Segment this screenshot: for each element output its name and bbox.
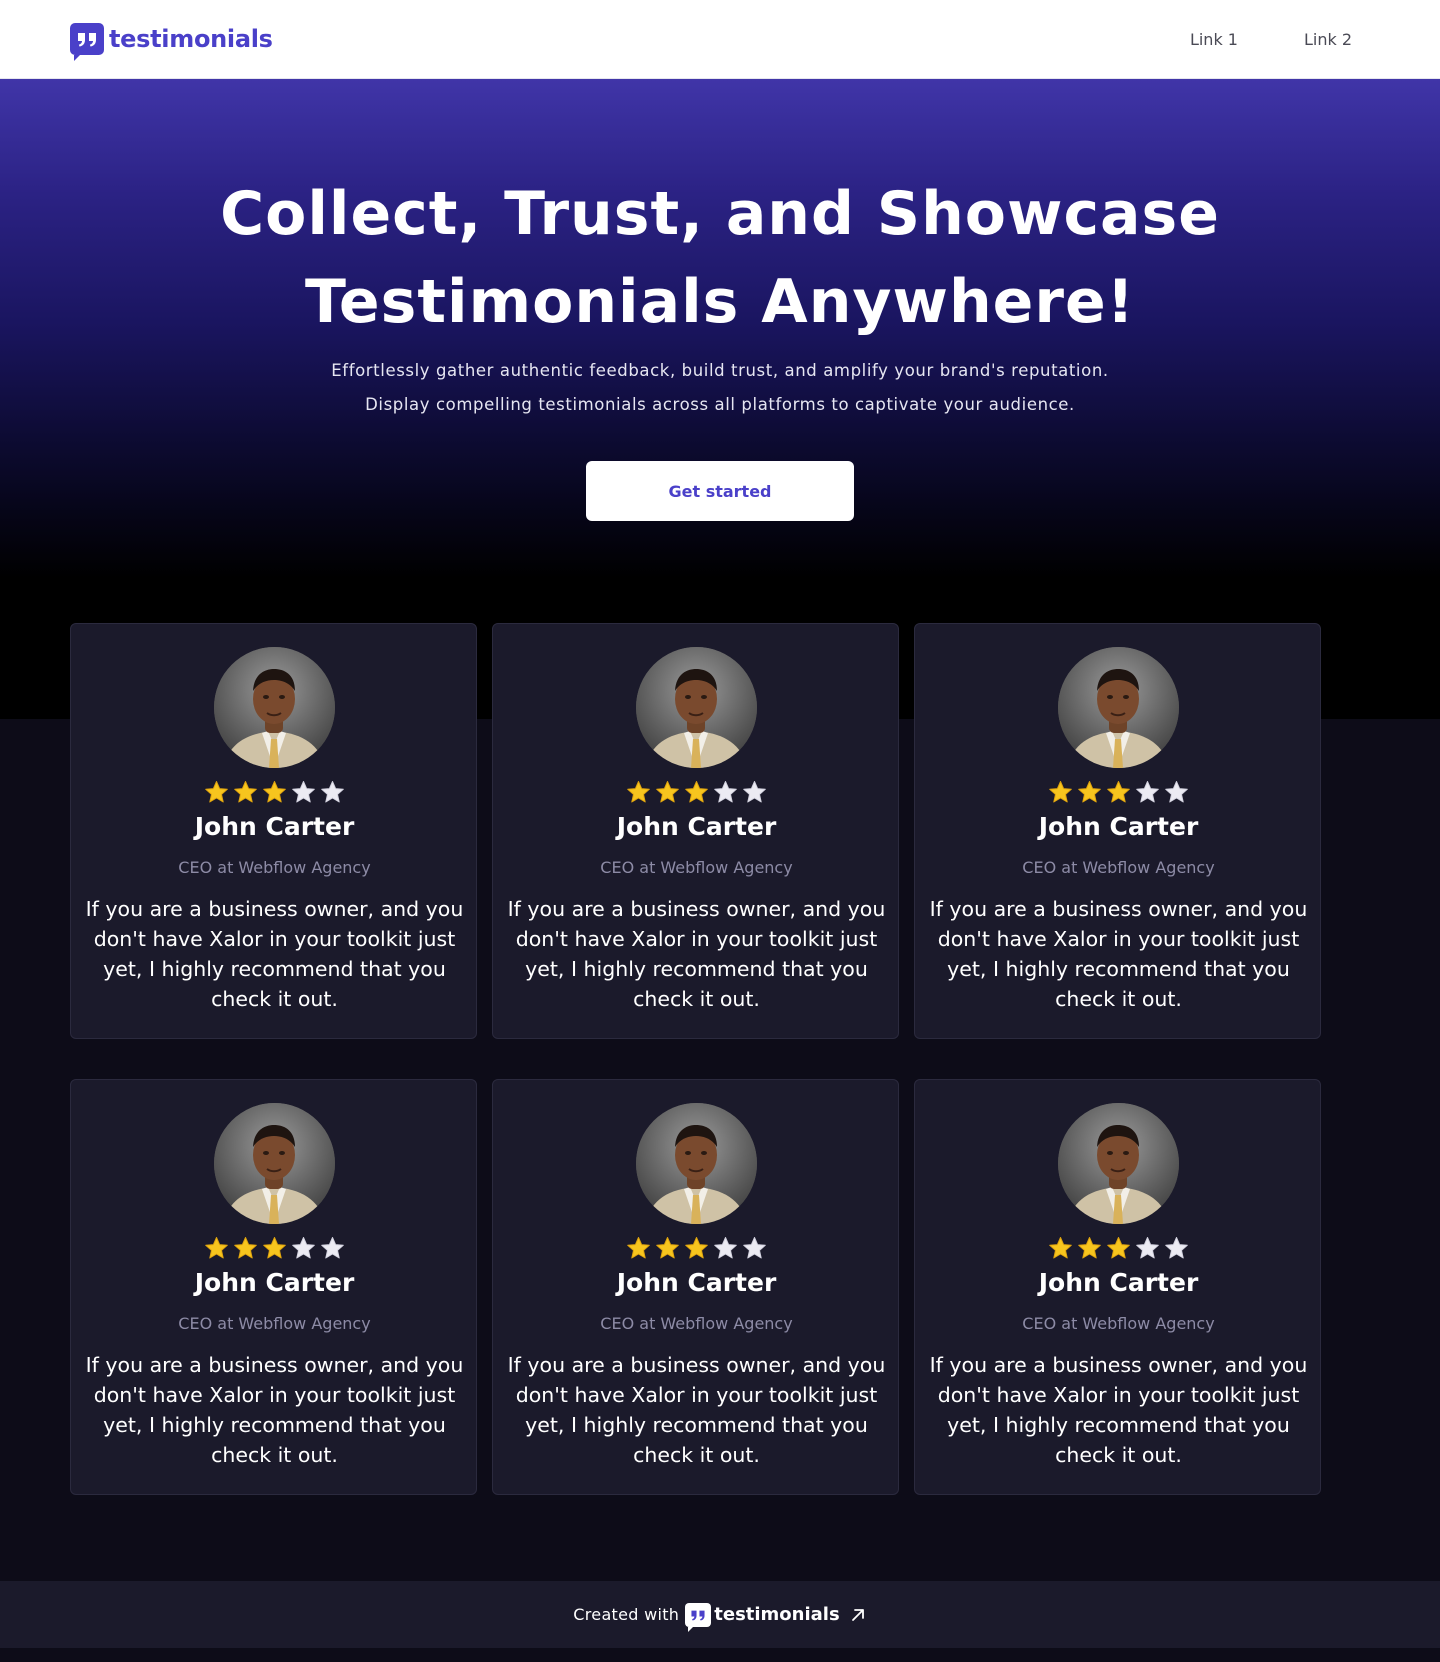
hero-subtitle-line-2: Display compelling testimonials across a… <box>365 395 1075 414</box>
star-empty-icon <box>1165 1237 1188 1259</box>
star-filled-icon <box>1107 781 1130 803</box>
reviewer-name: John Carter <box>1038 1268 1199 1297</box>
testimonial-quote: If you are a business owner, and you don… <box>507 1353 886 1467</box>
star-filled-icon <box>685 781 708 803</box>
testimonials-grid: John Carter CEO at Webflow Agency If you… <box>70 623 1371 1495</box>
star-filled-icon <box>1049 781 1072 803</box>
star-filled-icon <box>1107 1237 1130 1259</box>
star-rating <box>71 1236 478 1261</box>
star-filled-icon <box>205 781 228 803</box>
testimonial-card: John Carter CEO at Webflow Agency If you… <box>914 1079 1321 1495</box>
star-empty-icon <box>292 781 315 803</box>
brand-logo-link[interactable]: testimonials <box>70 23 273 61</box>
avatar-portrait-icon <box>636 647 757 768</box>
star-rating <box>493 1236 900 1261</box>
avatar-portrait-icon <box>214 1103 335 1224</box>
star-filled-icon <box>263 781 286 803</box>
quote-logo-icon <box>685 1602 712 1632</box>
quote-logo-icon <box>70 23 104 61</box>
reviewer-name: John Carter <box>616 1268 777 1297</box>
avatar <box>636 1103 757 1224</box>
external-arrow-icon <box>851 1608 864 1621</box>
reviewer-role: CEO at Webflow Agency <box>600 1314 793 1333</box>
star-empty-icon <box>1136 1237 1159 1259</box>
star-filled-icon <box>1049 1237 1072 1259</box>
star-filled-icon <box>205 1237 228 1259</box>
avatar-portrait-icon <box>214 647 335 768</box>
star-filled-icon <box>656 781 679 803</box>
star-rating <box>915 780 1322 805</box>
testimonial-quote: If you are a business owner, and you don… <box>929 897 1308 1011</box>
avatar <box>214 647 335 768</box>
star-filled-icon <box>1078 781 1101 803</box>
reviewer-role: CEO at Webflow Agency <box>600 858 793 877</box>
avatar <box>636 647 757 768</box>
reviewer-role: CEO at Webflow Agency <box>178 858 371 877</box>
nav-link-1[interactable]: Link 1 <box>1190 30 1238 49</box>
star-empty-icon <box>1136 781 1159 803</box>
reviewer-role: CEO at Webflow Agency <box>1022 1314 1215 1333</box>
star-empty-icon <box>292 1237 315 1259</box>
avatar-portrait-icon <box>1058 647 1179 768</box>
star-empty-icon <box>321 781 344 803</box>
hero-title-line-1: Collect, Trust, and Showcase <box>220 179 1220 249</box>
star-filled-icon <box>234 781 257 803</box>
star-rating <box>493 780 900 805</box>
testimonial-card: John Carter CEO at Webflow Agency If you… <box>914 623 1321 1039</box>
hero-subtitle: Effortlessly gather authentic feedback, … <box>0 354 1440 422</box>
testimonial-card: John Carter CEO at Webflow Agency If you… <box>70 1079 477 1495</box>
avatar <box>214 1103 335 1224</box>
nav-link-2[interactable]: Link 2 <box>1304 30 1352 49</box>
star-filled-icon <box>627 1237 650 1259</box>
star-empty-icon <box>714 1237 737 1259</box>
testimonial-card: John Carter CEO at Webflow Agency If you… <box>492 1079 899 1495</box>
reviewer-role: CEO at Webflow Agency <box>178 1314 371 1333</box>
nav-links: Link 1 Link 2 <box>1190 30 1352 49</box>
reviewer-role: CEO at Webflow Agency <box>1022 858 1215 877</box>
star-rating <box>71 780 478 805</box>
star-filled-icon <box>656 1237 679 1259</box>
testimonial-quote: If you are a business owner, and you don… <box>85 1353 464 1467</box>
testimonial-quote: If you are a business owner, and you don… <box>85 897 464 1011</box>
star-empty-icon <box>743 1237 766 1259</box>
testimonial-card: John Carter CEO at Webflow Agency If you… <box>70 623 477 1039</box>
star-filled-icon <box>234 1237 257 1259</box>
star-empty-icon <box>321 1237 344 1259</box>
footer: Created with testimonials <box>0 1581 1440 1648</box>
reviewer-name: John Carter <box>194 812 355 841</box>
star-empty-icon <box>1165 781 1188 803</box>
avatar <box>1058 647 1179 768</box>
star-filled-icon <box>685 1237 708 1259</box>
testimonial-card: John Carter CEO at Webflow Agency If you… <box>492 623 899 1039</box>
star-filled-icon <box>1078 1237 1101 1259</box>
avatar <box>1058 1103 1179 1224</box>
reviewer-name: John Carter <box>194 1268 355 1297</box>
hero-title: Collect, Trust, and Showcase Testimonial… <box>0 170 1440 346</box>
reviewer-name: John Carter <box>616 812 777 841</box>
get-started-button[interactable]: Get started <box>586 461 854 521</box>
testimonial-quote: If you are a business owner, and you don… <box>929 1353 1308 1467</box>
navbar: testimonials Link 1 Link 2 <box>0 0 1440 79</box>
avatar-portrait-icon <box>636 1103 757 1224</box>
footer-brand-link[interactable]: testimonials <box>685 1602 866 1632</box>
footer-brand-name: testimonials <box>714 1604 840 1625</box>
star-empty-icon <box>743 781 766 803</box>
testimonial-quote: If you are a business owner, and you don… <box>507 897 886 1011</box>
hero-subtitle-line-1: Effortlessly gather authentic feedback, … <box>331 361 1109 380</box>
hero-title-line-2: Testimonials Anywhere! <box>304 267 1136 337</box>
star-rating <box>915 1236 1322 1261</box>
footer-created-with-text: Created with <box>573 1605 680 1624</box>
avatar-portrait-icon <box>1058 1103 1179 1224</box>
brand-name: testimonials <box>109 25 273 53</box>
star-empty-icon <box>714 781 737 803</box>
star-filled-icon <box>627 781 650 803</box>
star-filled-icon <box>263 1237 286 1259</box>
reviewer-name: John Carter <box>1038 812 1199 841</box>
